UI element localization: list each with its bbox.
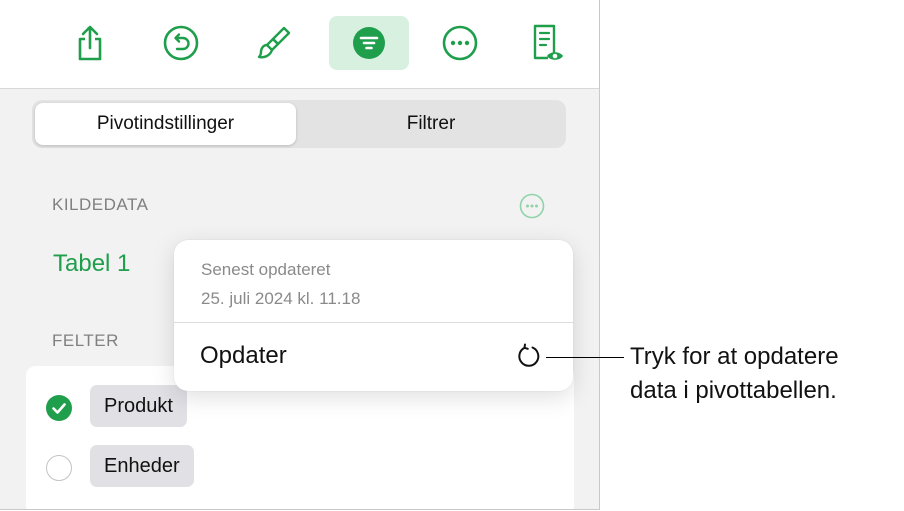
- field-chip-produkt[interactable]: Produkt: [90, 385, 187, 427]
- reader-view-button[interactable]: [508, 16, 588, 70]
- callout-text: Tryk for at opdatere data i pivottabelle…: [630, 340, 839, 408]
- organize-icon: [353, 27, 385, 59]
- more-button[interactable]: [420, 16, 500, 70]
- paintbrush-icon: [257, 26, 291, 59]
- more-icon: [442, 25, 478, 61]
- source-data-heading: KILDEDATA: [52, 195, 149, 214]
- toolbar: [0, 0, 599, 89]
- last-updated-label: Senest opdateret: [201, 260, 331, 279]
- callout-line-1: Tryk for at opdatere: [630, 343, 839, 370]
- tab-filter[interactable]: Filtrer: [299, 103, 563, 145]
- refresh-label: Opdater: [200, 342, 287, 369]
- source-more-icon[interactable]: [519, 193, 545, 219]
- tab-pivot-settings[interactable]: Pivotindstillinger: [35, 103, 296, 145]
- pivot-panel: Pivotindstillinger Filtrer KILDEDATA Tab…: [0, 0, 600, 510]
- callout-line-2: data i pivottabellen.: [630, 377, 837, 404]
- share-button[interactable]: [50, 16, 130, 70]
- format-button[interactable]: [234, 16, 314, 70]
- source-table-link[interactable]: Tabel 1: [53, 250, 130, 278]
- segmented-control: Pivotindstillinger Filtrer: [32, 100, 566, 148]
- field-chip-enheder[interactable]: Enheder: [90, 445, 194, 487]
- last-updated-date: 25. juli 2024 kl. 11.18: [201, 289, 361, 308]
- refresh-popover: Senest opdateret 25. juli 2024 kl. 11.18…: [174, 240, 573, 391]
- checkmark-icon: [52, 403, 66, 414]
- refresh-button[interactable]: Opdater: [174, 323, 573, 391]
- field-checkbox-produkt[interactable]: [46, 395, 72, 421]
- organize-button[interactable]: [329, 16, 409, 70]
- fields-heading: FELTER: [52, 331, 119, 350]
- callout-line: [546, 357, 624, 358]
- field-checkbox-enheder[interactable]: [46, 455, 72, 481]
- undo-icon: [163, 25, 199, 61]
- undo-button[interactable]: [141, 16, 221, 70]
- share-icon: [78, 25, 102, 61]
- reader-view-icon: [533, 24, 563, 60]
- refresh-icon: [518, 343, 540, 367]
